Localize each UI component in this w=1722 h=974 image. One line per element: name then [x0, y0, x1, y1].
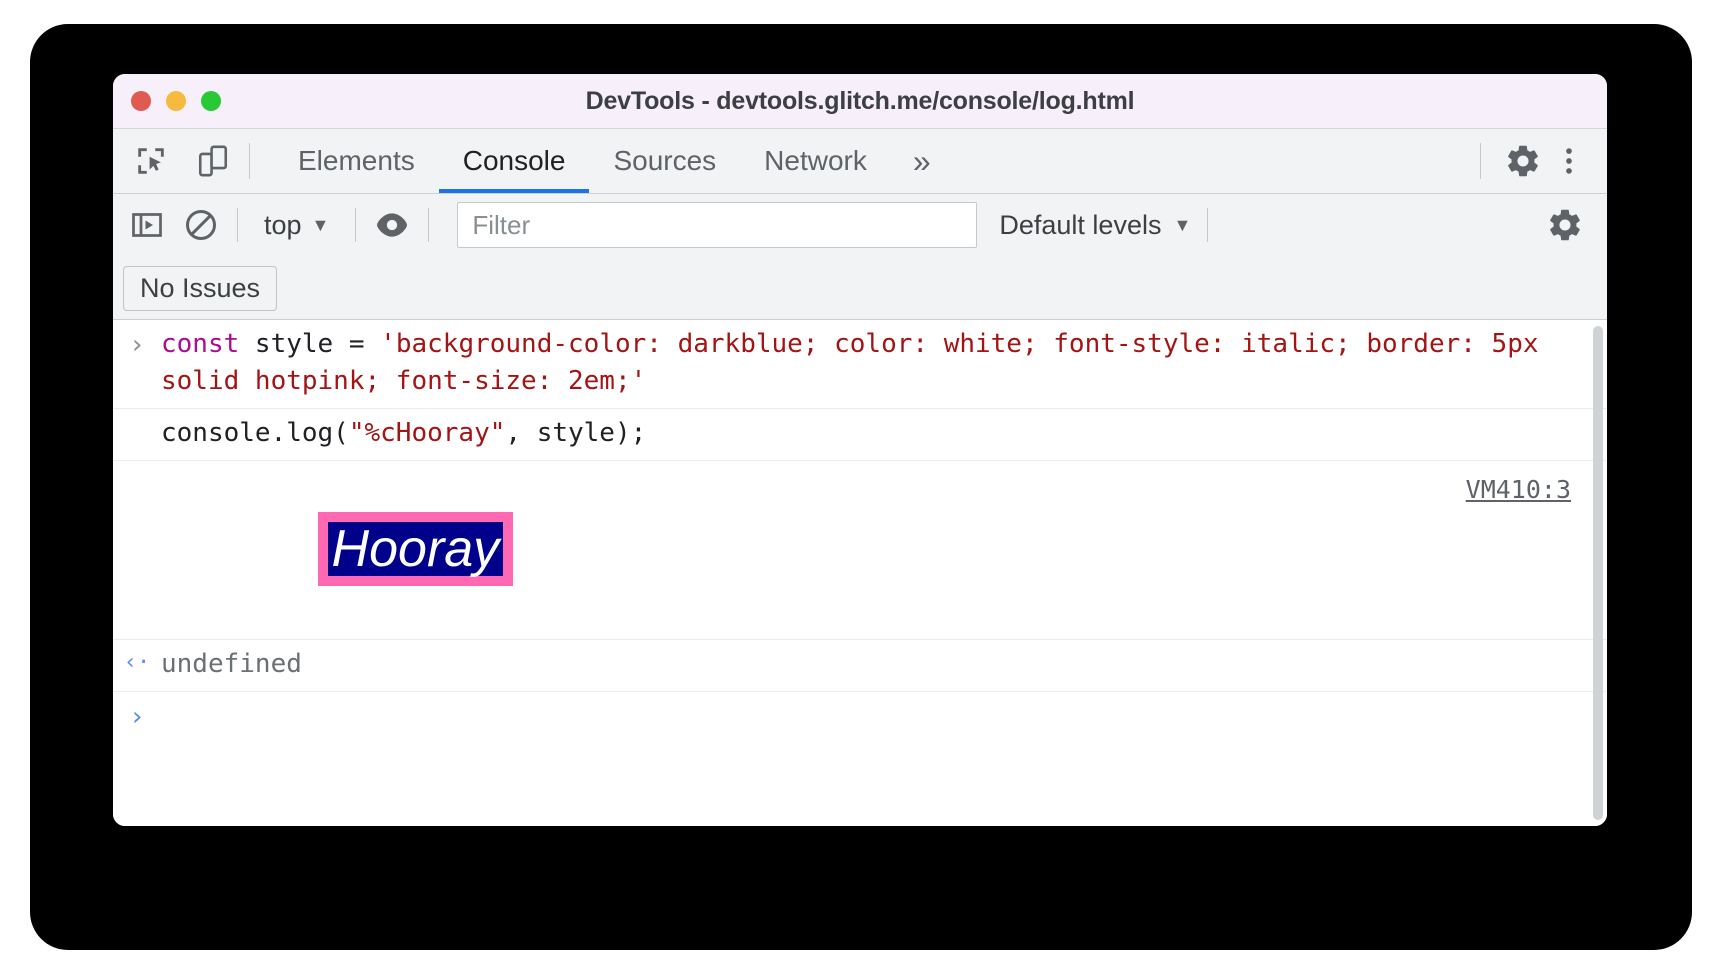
gear-icon[interactable]	[1503, 141, 1543, 181]
console-log-area[interactable]: › const style = 'background-color: darkb…	[113, 320, 1607, 826]
chevron-down-icon: ▼	[1173, 215, 1192, 235]
console-prompt-row[interactable]: ›	[113, 692, 1607, 740]
source-location-link[interactable]: VM410:3	[1466, 475, 1571, 504]
console-message-result[interactable]: ‹· undefined	[113, 640, 1607, 693]
tab-console-label: Console	[462, 145, 566, 176]
tabbar-divider-right	[1480, 143, 1481, 179]
code-string: "%cHooray"	[348, 417, 506, 448]
code-plain: , style);	[505, 417, 647, 448]
console-toolbar: top ▼ Filter Default levels ▼	[113, 194, 1607, 257]
kebab-menu-icon[interactable]	[1549, 141, 1589, 181]
tab-elements[interactable]: Elements	[274, 129, 439, 193]
filter-input[interactable]: Filter	[457, 202, 978, 248]
result-arrow-icon: ‹·	[123, 650, 151, 676]
execution-context-selector[interactable]: top ▼	[254, 210, 339, 241]
styled-output-gutter	[113, 475, 161, 479]
tab-console[interactable]: Console	[438, 129, 590, 193]
prompt-arrow-icon: ›	[129, 702, 145, 733]
clear-console-icon[interactable]	[181, 205, 221, 245]
tab-sources[interactable]: Sources	[589, 129, 740, 193]
panel-tabs: Elements Console Sources Network »	[274, 129, 953, 193]
device-toolbar-icon[interactable]	[193, 141, 233, 181]
result-value: undefined	[161, 649, 302, 680]
window-title: DevTools - devtools.glitch.me/console/lo…	[585, 86, 1135, 115]
tab-network[interactable]: Network	[740, 129, 891, 193]
console-toolbar-divider-1	[237, 208, 238, 242]
screenshot-root: DevTools - devtools.glitch.me/console/lo…	[0, 0, 1722, 974]
input-prompt-spacer	[113, 415, 161, 419]
console-toolbar-divider-4	[1207, 208, 1209, 242]
devtools-window: DevTools - devtools.glitch.me/console/lo…	[113, 74, 1607, 826]
minimize-window-button[interactable]	[166, 91, 186, 111]
more-tabs-icon[interactable]: »	[891, 129, 953, 193]
live-expression-eye-icon[interactable]	[372, 205, 412, 245]
no-issues-button[interactable]: No Issues	[123, 265, 278, 311]
input-prompt-arrow: ›	[129, 330, 145, 360]
tab-sources-label: Sources	[613, 145, 717, 176]
tab-elements-label: Elements	[298, 145, 415, 176]
code-plain: console.log(	[161, 417, 349, 448]
console-toolbar-divider-3	[428, 208, 430, 242]
log-levels-label: Default levels	[999, 209, 1162, 240]
console-sidebar-icon[interactable]	[127, 205, 167, 245]
console-scrollbar[interactable]	[1593, 326, 1603, 820]
console-message-input[interactable]: › const style = 'background-color: darkb…	[113, 320, 1607, 409]
console-toolbar-divider-2	[355, 208, 357, 242]
chevron-down-icon: ▼	[311, 215, 330, 235]
inspect-element-icon[interactable]	[131, 141, 171, 181]
issues-bar: No Issues	[113, 257, 1607, 320]
maximize-window-button[interactable]	[201, 91, 221, 111]
console-message-input[interactable]: console.log("%cHooray", style);	[113, 409, 1607, 461]
code-keyword: const	[161, 329, 240, 359]
console-input-code: const style = 'background-color: darkblu…	[161, 326, 1607, 400]
close-window-button[interactable]	[131, 91, 151, 111]
console-input-code: console.log("%cHooray", style);	[161, 415, 1607, 452]
styled-log-text: Hooray	[317, 511, 514, 587]
window-titlebar: DevTools - devtools.glitch.me/console/lo…	[113, 74, 1607, 129]
filter-placeholder: Filter	[472, 209, 531, 240]
traffic-lights	[131, 91, 221, 111]
devtools-tabbar: Elements Console Sources Network »	[113, 129, 1607, 194]
console-message-styled-output[interactable]: Hooray VM410:3	[113, 461, 1607, 641]
console-settings-gear-icon[interactable]	[1545, 205, 1585, 245]
code-plain: style =	[239, 329, 381, 359]
tabbar-right-icons	[1464, 129, 1607, 193]
execution-context-label: top	[264, 209, 302, 240]
styled-output-body: Hooray	[161, 475, 1607, 623]
tabbar-divider-left	[249, 143, 250, 179]
tab-network-label: Network	[764, 145, 867, 176]
log-levels-selector[interactable]: Default levels ▼	[999, 210, 1191, 241]
tabbar-left-icons	[113, 129, 233, 193]
console-scrollbar-thumb[interactable]	[1593, 326, 1603, 820]
